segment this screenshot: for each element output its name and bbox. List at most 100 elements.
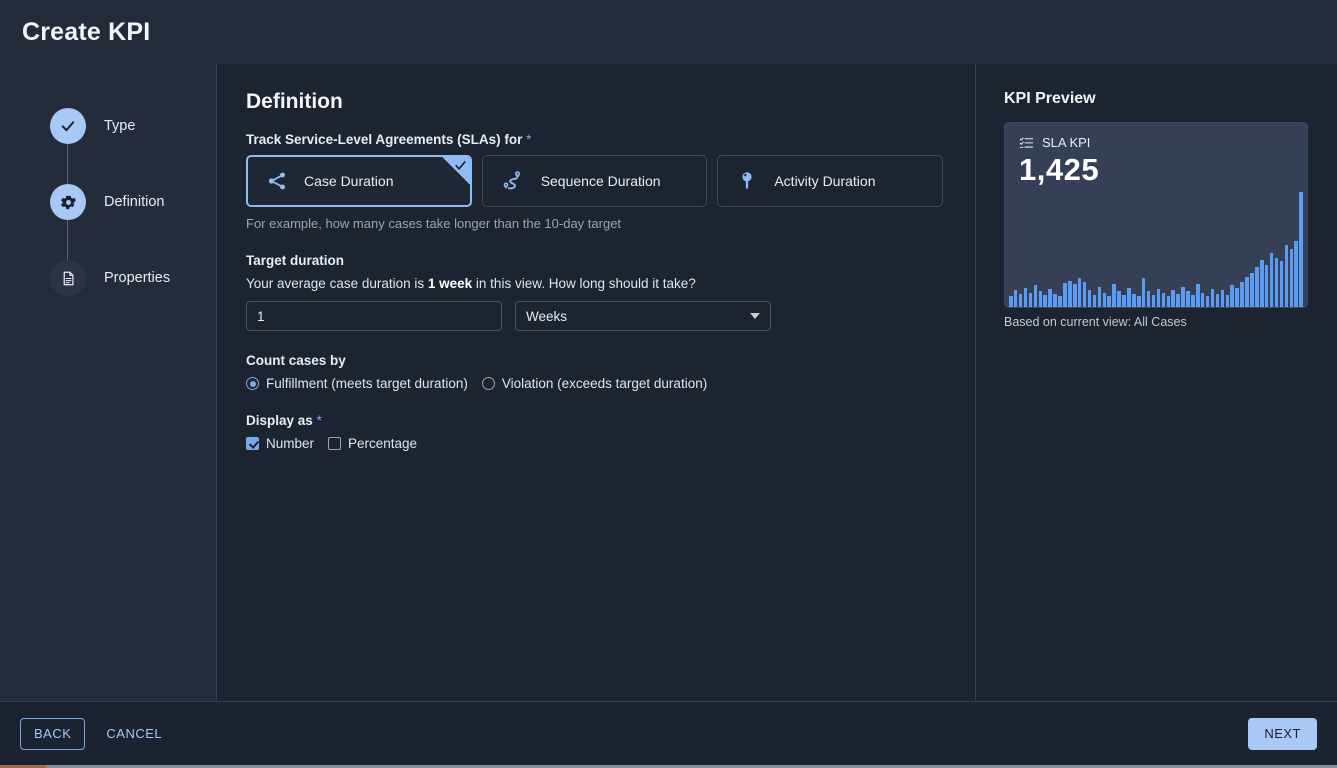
sparkline-bar <box>1107 296 1111 307</box>
count-cases-by-section: Count cases by Fulfillment (meets target… <box>246 353 943 391</box>
sparkline-bar <box>1200 292 1205 307</box>
stepper-connector-2 <box>67 220 68 260</box>
step-indicator-type <box>50 108 86 144</box>
sparkline-bar <box>1053 293 1057 307</box>
checkbox-percentage-indicator[interactable] <box>328 437 342 450</box>
option-card-label-case-duration: Case Duration <box>304 173 394 189</box>
sparkline-bar <box>1186 291 1190 307</box>
radio-violation-indicator[interactable] <box>481 377 495 390</box>
sparkline-bar <box>1279 261 1284 307</box>
sidebar-item-type[interactable]: Type <box>50 108 216 144</box>
sparkline-bar <box>1191 295 1195 307</box>
sparkline-bar <box>1117 291 1121 307</box>
sparkline-bar <box>1023 287 1028 307</box>
sparkline-bar <box>1013 290 1018 307</box>
sparkline-bar <box>1136 296 1141 307</box>
display-as-section: Display as * Number Percentage <box>246 413 943 451</box>
checkbox-number-indicator[interactable] <box>246 437 259 450</box>
target-duration-sentence: Your average case duration is 1 week in … <box>246 276 943 291</box>
sparkline-bar <box>1038 291 1043 307</box>
sparkline-bar <box>1122 295 1126 307</box>
checklist-icon <box>1019 137 1034 148</box>
checkbox-number[interactable]: Number <box>246 436 314 451</box>
sla-field-label-text: Track Service-Level Agreements (SLAs) fo… <box>246 132 523 147</box>
sparkline-bar <box>1077 278 1082 307</box>
sidebar-item-label-properties: Properties <box>104 270 171 286</box>
kpi-card-header: SLA KPI <box>1019 135 1293 150</box>
sla-options-helper-text: For example, how many cases take longer … <box>246 216 622 231</box>
target-duration-inputs: Weeks <box>246 301 943 331</box>
radio-fulfillment-label: Fulfillment (meets target duration) <box>266 376 468 391</box>
option-card-sequence-duration[interactable]: Sequence Duration <box>481 155 708 207</box>
sparkline-bar <box>1146 291 1151 307</box>
option-selected-badge <box>441 157 470 185</box>
cancel-button[interactable]: CANCEL <box>93 718 175 750</box>
definition-form-panel: Definition Track Service-Level Agreement… <box>217 64 976 701</box>
kpi-sparkline-chart <box>1009 187 1303 307</box>
sidebar-item-definition[interactable]: Definition <box>50 184 216 220</box>
radio-violation[interactable]: Violation (exceeds target duration) <box>481 376 707 391</box>
sparkline-bar <box>1205 296 1210 307</box>
kpi-card-name: SLA KPI <box>1042 135 1091 150</box>
sla-field-label: Track Service-Level Agreements (SLAs) fo… <box>246 132 943 147</box>
sparkline-bar <box>1255 267 1259 307</box>
sparkline-bar <box>1087 290 1092 307</box>
sparkline-bar <box>1132 293 1136 307</box>
target-sentence-post: in this view. How long should it take? <box>472 276 696 291</box>
kpi-preview-title: KPI Preview <box>1004 90 1096 107</box>
sparkline-bar <box>1072 284 1077 307</box>
check-icon <box>61 121 75 132</box>
sparkline-bar <box>1294 241 1298 307</box>
radio-fulfillment-indicator[interactable] <box>246 377 259 390</box>
option-card-activity-duration[interactable]: Activity Duration <box>717 155 943 207</box>
target-duration-section: Target duration Your average case durati… <box>246 253 943 331</box>
sidebar-item-label-definition: Definition <box>104 194 165 210</box>
display-as-heading-text: Display as <box>246 413 313 428</box>
back-button[interactable]: BACK <box>20 717 86 750</box>
sparkline-bar <box>1176 293 1180 307</box>
target-amount-input[interactable] <box>246 301 502 331</box>
sparkline-bar <box>1284 244 1289 307</box>
sparkline-bar <box>1033 285 1038 307</box>
checkbox-number-label: Number <box>266 436 315 451</box>
sparkline-bar <box>1299 191 1303 307</box>
step-indicator-definition <box>50 184 86 220</box>
page-title: Create KPI <box>22 17 151 46</box>
option-card-case-duration[interactable]: Case Duration <box>246 155 472 207</box>
sparkline-bar <box>1009 296 1013 307</box>
sla-option-cards: Case Duration Sequence Duration Activity… <box>246 155 943 207</box>
sparkline-bar <box>1166 296 1171 307</box>
sparkline-bar <box>1102 292 1107 307</box>
sparkline-bar <box>1068 280 1072 307</box>
checkbox-percentage[interactable]: Percentage <box>328 436 417 451</box>
sla-required-mark: * <box>526 132 532 147</box>
radio-fulfillment[interactable]: Fulfillment (meets target duration) <box>246 376 468 391</box>
sparkline-bar <box>1289 249 1294 307</box>
sparkline-bar <box>1250 273 1254 307</box>
sparkline-bar <box>1225 295 1230 307</box>
sparkline-bar <box>1151 295 1156 307</box>
share-network-icon <box>268 172 285 190</box>
sparkline-bar <box>1161 292 1166 307</box>
sidebar-item-properties[interactable]: Properties <box>50 260 216 296</box>
sparkline-bar <box>1018 293 1023 307</box>
sparkline-bar <box>1112 284 1116 307</box>
target-sentence-average: 1 week <box>427 276 473 291</box>
target-unit-select[interactable]: Weeks <box>515 301 771 331</box>
sparkline-bar <box>1264 265 1269 307</box>
stepper-sidebar: Type Definition Properties <box>0 64 217 701</box>
check-icon <box>455 161 466 170</box>
sparkline-bar <box>1269 253 1274 307</box>
sparkline-bar <box>1063 283 1067 307</box>
chevron-down-icon <box>750 313 760 319</box>
display-as-heading: Display as * <box>246 413 943 428</box>
kpi-preview-card: SLA KPI 1,425 <box>1004 122 1308 308</box>
sparkline-bar <box>1082 281 1087 307</box>
stepper-connector-1 <box>67 144 68 184</box>
sparkline-bar <box>1048 289 1052 307</box>
sparkline-bar <box>1196 284 1200 307</box>
sparkline-bar <box>1235 287 1239 307</box>
sparkline-bar <box>1156 289 1161 307</box>
section-title-definition: Definition <box>246 90 343 113</box>
next-button[interactable]: NEXT <box>1248 717 1317 750</box>
